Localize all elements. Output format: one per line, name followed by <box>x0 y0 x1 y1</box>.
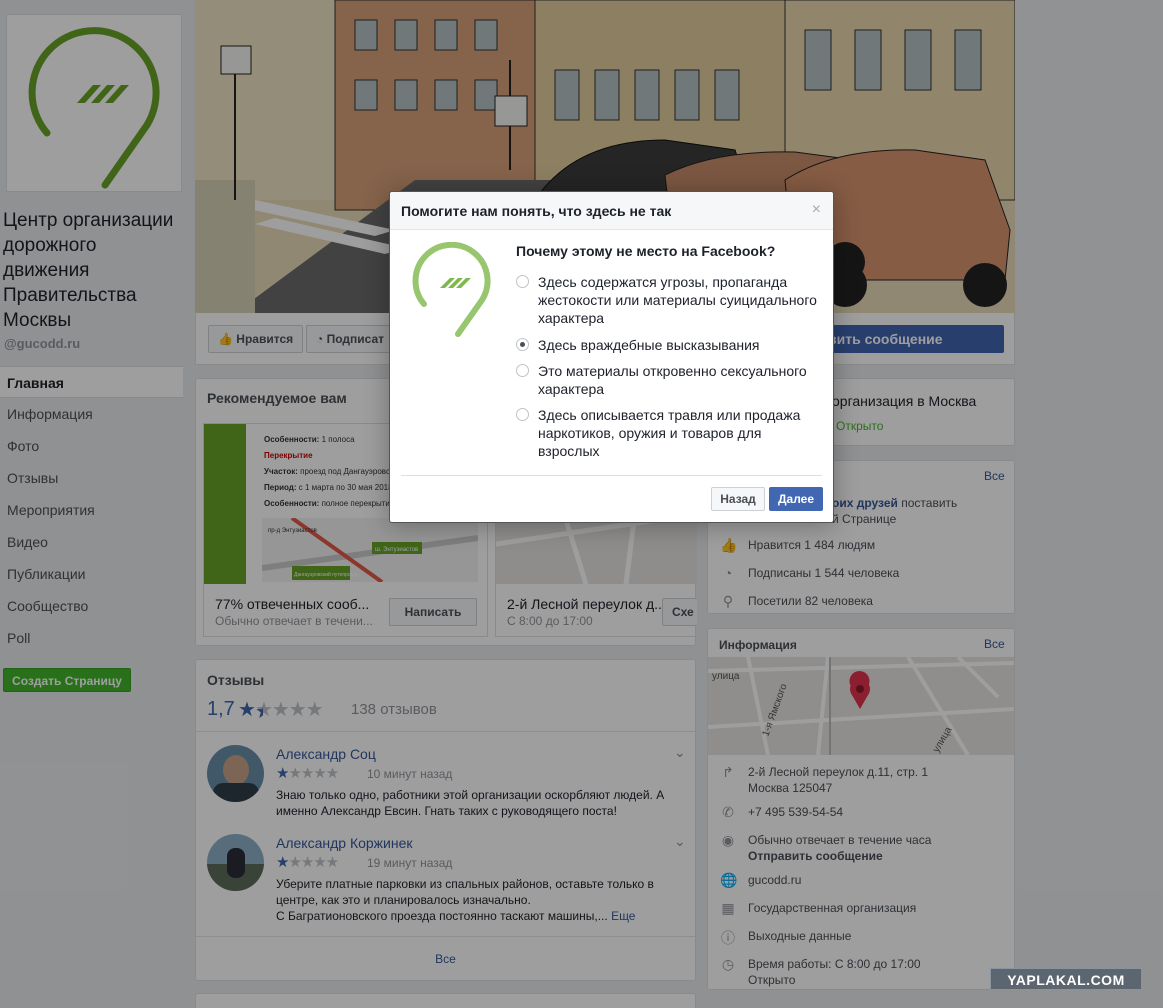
radio-hate-speech[interactable] <box>516 338 529 351</box>
back-button[interactable]: Назад <box>711 487 765 511</box>
close-icon[interactable]: × <box>812 201 821 219</box>
site-watermark: YAPLAKAL.COM <box>990 968 1142 990</box>
radio-drugs[interactable] <box>516 408 529 421</box>
page-logo-icon <box>412 242 491 337</box>
dialog-header: Помогите нам понять, что здесь не так × <box>390 192 833 230</box>
dialog-question: Почему этому не место на Facebook? <box>516 243 776 259</box>
report-dialog: Помогите нам понять, что здесь не так × … <box>389 191 834 523</box>
radio-sexual[interactable] <box>516 364 529 377</box>
next-button[interactable]: Далее <box>769 487 823 511</box>
dialog-title: Помогите нам понять, что здесь не так <box>401 203 672 219</box>
radio-threats[interactable] <box>516 275 529 288</box>
